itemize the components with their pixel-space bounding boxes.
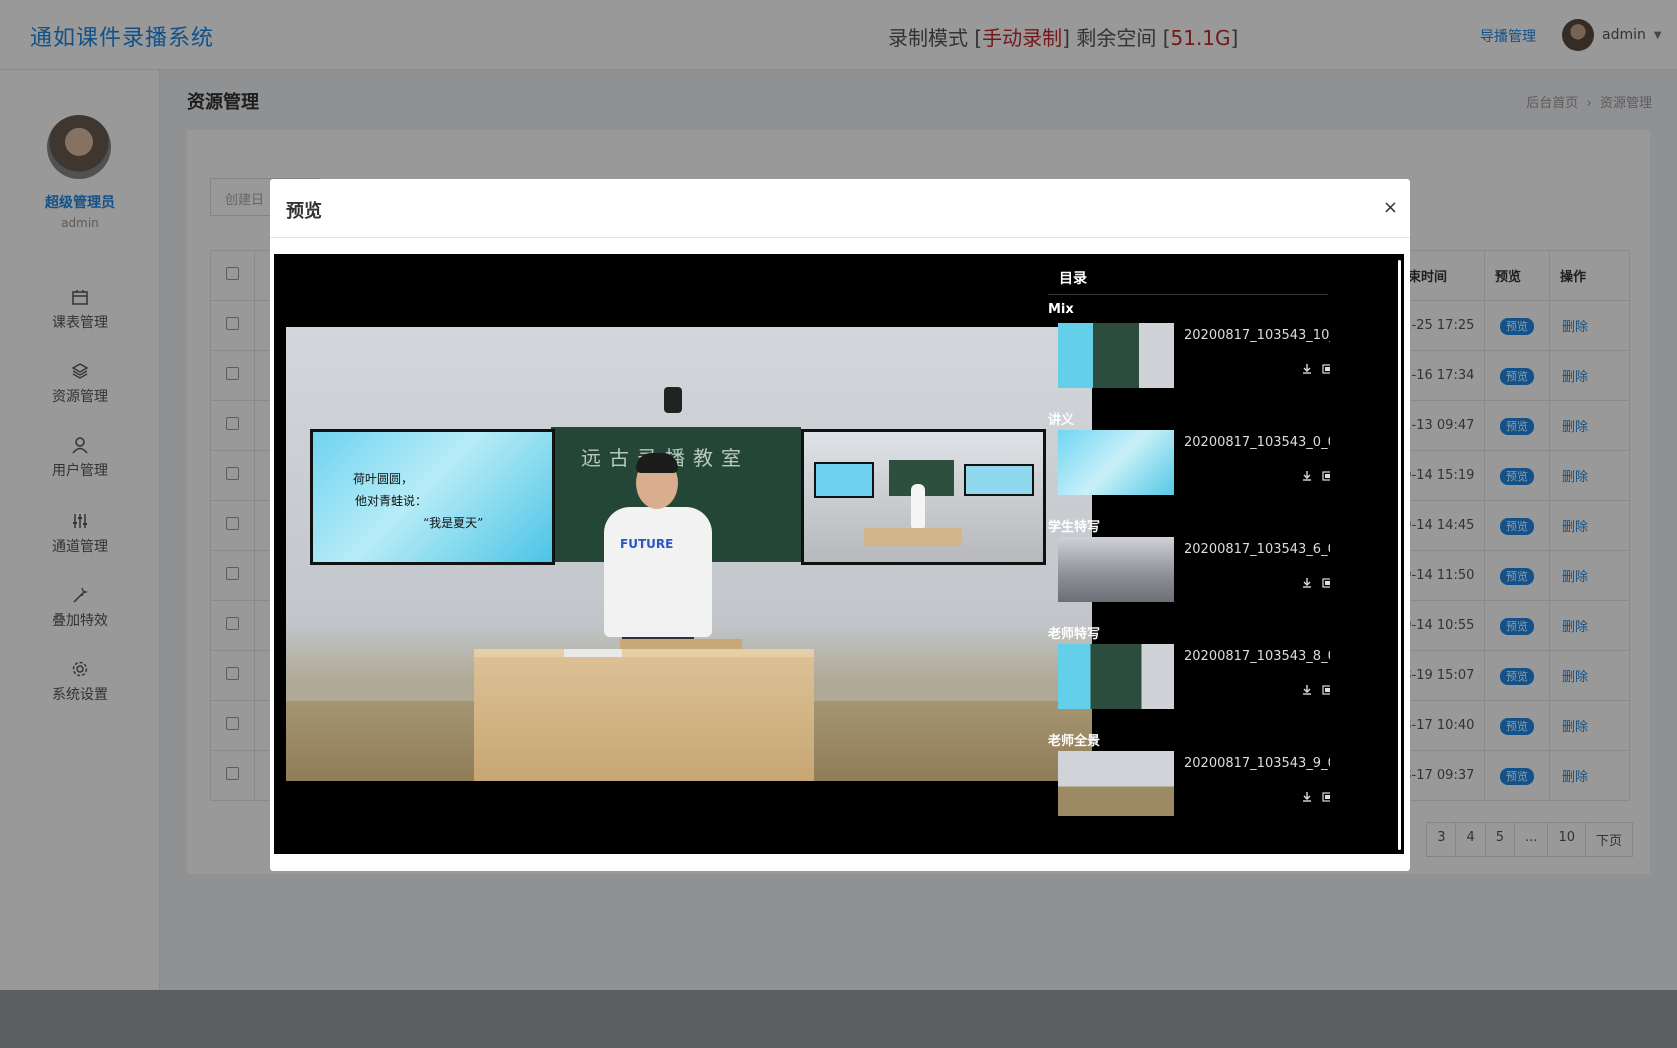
playlist-panel: 目录 Mix 20200817_103543_10_0 讲义 20200817_103… [1048, 254, 1330, 854]
video-frame[interactable]: 远古录播教室 荷叶圆圆， 他对青蛙说： “我是夏天” [286, 327, 1092, 781]
modal-header: 预览 × [270, 179, 1410, 238]
playlist-filename: 20200817_103543_8_0 [1184, 649, 1330, 664]
playlist-item[interactable]: Mix 20200817_103543_10_0 [1048, 302, 1330, 416]
download-icon[interactable] [1302, 685, 1312, 695]
screen-icon[interactable] [1322, 792, 1330, 802]
shirt-text: FUTURE [620, 537, 674, 551]
left-screen: 荷叶圆圆， 他对青蛙说： “我是夏天” [310, 429, 555, 565]
download-icon[interactable] [1302, 471, 1312, 481]
playlist-group-label: 老师特写 [1048, 627, 1101, 642]
modal-title: 预览 [286, 201, 322, 222]
playlist-group-label: 讲义 [1048, 413, 1075, 428]
screen-icon[interactable] [1322, 685, 1330, 695]
playlist-thumbnail[interactable] [1058, 430, 1174, 495]
mini-screen-left [814, 462, 874, 498]
playlist-scrollbar[interactable] [1398, 260, 1401, 850]
slide-line-2: 他对青蛙说： [355, 494, 428, 508]
playlist-filename: 20200817_103543_0_0 [1184, 435, 1330, 450]
screen-icon[interactable] [1322, 578, 1330, 588]
download-icon[interactable] [1302, 364, 1312, 374]
screen-icon[interactable] [1322, 471, 1330, 481]
playlist-filename: 20200817_103543_9_0 [1184, 756, 1330, 771]
download-icon[interactable] [1302, 792, 1312, 802]
playlist-item[interactable]: 讲义 20200817_103543_0_0 [1048, 409, 1330, 523]
teacher-body [604, 507, 712, 637]
playlist-thumbnail[interactable] [1058, 751, 1174, 816]
mini-screen-right [964, 464, 1034, 496]
slide-line-3: “我是夏天” [423, 516, 484, 530]
playlist-thumbnail[interactable] [1058, 644, 1174, 709]
playlist-group-label: 学生特写 [1048, 520, 1101, 535]
mini-teacher [911, 484, 925, 528]
playlist-group-label: Mix [1048, 302, 1074, 317]
playlist-item[interactable]: 老师全景 20200817_103543_9_0 [1048, 730, 1330, 844]
slide-line-1: 荷叶圆圆， [353, 472, 414, 486]
playlist-filename: 20200817_103543_6_0 [1184, 542, 1330, 557]
playlist-thumbnail[interactable] [1058, 537, 1174, 602]
video-player[interactable]: 远古录播教室 荷叶圆圆， 他对青蛙说： “我是夏天” [274, 254, 1404, 854]
playlist-title: 目录 [1059, 271, 1087, 287]
playlist-divider [1048, 294, 1328, 295]
playlist-thumbnail[interactable] [1058, 323, 1174, 388]
playlist-filename: 20200817_103543_10_0 [1184, 328, 1330, 343]
playlist-group-label: 老师全景 [1048, 734, 1101, 749]
mini-desk [864, 528, 962, 546]
desk [474, 657, 814, 781]
playlist-item[interactable]: 学生特写 20200817_103543_6_0 [1048, 516, 1330, 630]
close-icon[interactable]: × [1383, 197, 1398, 218]
right-screen [801, 429, 1046, 565]
playlist-item[interactable]: 老师特写 20200817_103543_8_0 [1048, 623, 1330, 737]
teacher-hair [636, 453, 678, 473]
download-icon[interactable] [1302, 578, 1312, 588]
preview-modal: 预览 × 远古录播教室 荷叶圆圆， 他对青蛙说： “我是夏天” [270, 179, 1410, 871]
screen-icon[interactable] [1322, 364, 1330, 374]
ceiling-camera [664, 387, 682, 413]
